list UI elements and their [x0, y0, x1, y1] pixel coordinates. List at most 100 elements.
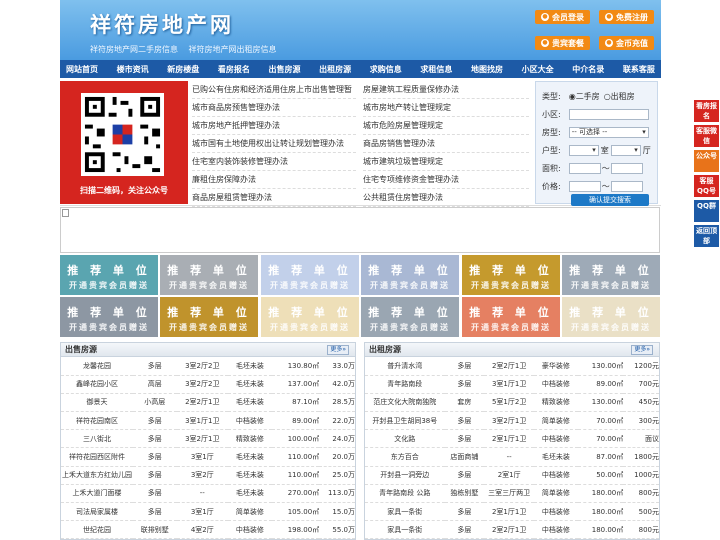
site-title[interactable]: 祥符房地产网: [90, 9, 234, 39]
table-cell[interactable]: 范庄文化大院南独院: [365, 393, 445, 413]
policy-link[interactable]: 城市建筑垃圾管理规定: [363, 153, 529, 171]
policy-link[interactable]: 城市国有土地使用权出让转让规划管理办法: [192, 135, 356, 153]
policy-link[interactable]: 已购公有住房和经济适用住房上市出售管理暂: [192, 81, 356, 99]
room-select[interactable]: ▾: [568, 145, 599, 156]
nav-wanted-rent[interactable]: 求租信息: [420, 64, 452, 75]
register-button[interactable]: ● 免费注册: [599, 10, 654, 24]
recommend-unit[interactable]: 推 荐 单 位开通贵宾会员赠送: [462, 297, 560, 337]
sub-link-rental[interactable]: 祥符房地产网出租房信息: [189, 45, 277, 54]
recommend-unit[interactable]: 推 荐 单 位开通贵宾会员赠送: [261, 297, 359, 337]
table-cell[interactable]: 上禾大道门面楼: [61, 484, 133, 504]
table-cell[interactable]: 家具一条街: [365, 520, 445, 540]
recommend-unit[interactable]: 推 荐 单 位开通贵宾会员赠送: [562, 297, 660, 337]
size-max-input[interactable]: [610, 163, 643, 174]
hall-select[interactable]: ▾: [610, 145, 641, 156]
more-button[interactable]: 更多»: [327, 345, 349, 355]
table-row[interactable]: 青年路南段 多层 3室1厅1卫 中档装修 89.00㎡ 700元: [365, 375, 659, 394]
table-row[interactable]: 祥符花园南区 多层 3室1厅1卫 中档装修 89.00㎡ 22.0万: [61, 411, 355, 431]
nav-new-homes[interactable]: 新房楼盘: [167, 64, 199, 75]
table-cell[interactable]: 普升清水湾: [365, 357, 445, 376]
policy-link[interactable]: 廉租住房保障办法: [192, 171, 356, 189]
side-official-account[interactable]: 公众号: [694, 150, 719, 172]
table-row[interactable]: 文化路 多层 2室1厅1卫 中档装修 70.00㎡ 面议: [365, 429, 659, 449]
table-cell[interactable]: 世纪花园: [61, 520, 133, 540]
recommend-unit[interactable]: 推 荐 单 位开通贵宾会员赠送: [261, 255, 359, 295]
nav-rent[interactable]: 出租房源: [319, 64, 351, 75]
policy-link[interactable]: 公共租赁住房管理办法: [363, 189, 529, 207]
side-wechat-support[interactable]: 客服微信: [694, 125, 719, 147]
nav-agents[interactable]: 中介名录: [572, 64, 604, 75]
nav-wanted-buy[interactable]: 求购信息: [370, 64, 402, 75]
nav-news[interactable]: 楼市资讯: [117, 64, 149, 75]
table-row[interactable]: 三八街北 多层 3室2厅1卫 精致装修 100.00㎡ 24.0万: [61, 429, 355, 449]
table-row[interactable]: 普升清水湾 多层 2室2厅1卫 豪华装修 130.00㎡ 1200元: [365, 357, 659, 376]
table-cell[interactable]: 文化路: [365, 429, 445, 449]
side-qq-group[interactable]: QQ群: [694, 200, 719, 222]
table-row[interactable]: 家具一条街 多层 2室1厅1卫 中档装修 180.00㎡ 500元: [365, 502, 659, 522]
table-cell[interactable]: 三八街北: [61, 429, 133, 449]
table-cell[interactable]: 东方百合: [365, 447, 445, 467]
policy-link[interactable]: 住宅专项维修资金管理办法: [363, 171, 529, 189]
side-viewing-signup[interactable]: 看房报名: [694, 100, 719, 122]
table-row[interactable]: 御景天 小高层 2室2厅1卫 毛坯未装 87.10㎡ 28.5万: [61, 393, 355, 413]
radio-secondhand[interactable]: ◉: [569, 92, 576, 101]
policy-link[interactable]: 商品房销售管理办法: [363, 135, 529, 153]
policy-link[interactable]: 商品房屋租赁管理办法: [192, 189, 356, 207]
policy-link[interactable]: 城市商品房预售管理办法: [192, 99, 356, 117]
nav-sale[interactable]: 出售房源: [269, 64, 301, 75]
table-row[interactable]: 上禾大道门面楼 多层 -- 毛坯未装 270.00㎡ 113.0万: [61, 484, 355, 504]
table-cell[interactable]: 青年路南段: [365, 375, 445, 394]
table-row[interactable]: 世纪花园 联排别墅 4室2厅 中档装修 198.00㎡ 55.0万: [61, 520, 355, 540]
table-cell[interactable]: 上禾大道东方红幼儿园: [61, 466, 133, 485]
table-row[interactable]: 龙馨花园 多层 3室2厅2卫 毛坯未装 130.80㎡ 33.0万: [61, 357, 355, 376]
recommend-unit[interactable]: 推 荐 单 位开通贵宾会员赠送: [361, 297, 459, 337]
table-cell[interactable]: 开封县卫生胡同38号: [365, 411, 445, 431]
table-row[interactable]: 鑫峰花园小区 高层 3室2厅2卫 毛坯未装 137.00㎡ 42.0万: [61, 375, 355, 394]
vip-package-button[interactable]: ● 贵宾套餐: [535, 36, 590, 50]
side-qq-support[interactable]: 客服QQ号: [694, 175, 719, 197]
nav-home[interactable]: 网站首页: [66, 64, 98, 75]
table-row[interactable]: 青年路南段 公路 独栋别墅 三室三厅两卫 简单装修 180.00㎡ 800元: [365, 484, 659, 504]
nav-viewing-signup[interactable]: 看房报名: [218, 64, 250, 75]
table-cell[interactable]: 鑫峰花园小区: [61, 375, 133, 394]
table-row[interactable]: 司法局家属楼 多层 3室1厅 简单装修 105.00㎡ 15.0万: [61, 502, 355, 522]
price-max-input[interactable]: [610, 181, 643, 192]
more-button[interactable]: 更多»: [631, 345, 653, 355]
table-cell[interactable]: 祥符花园南区: [61, 411, 133, 431]
sub-link-secondhand[interactable]: 祥符房地产网二手房信息: [90, 45, 178, 54]
table-row[interactable]: 开封县一洞旁边 多层 2室1厅 中档装修 50.00㎡ 1000元: [365, 466, 659, 485]
recommend-unit[interactable]: 推 荐 单 位开通贵宾会员赠送: [60, 297, 158, 337]
table-cell[interactable]: 青年路南段 公路: [365, 484, 445, 504]
policy-link[interactable]: 城市房地产转让管理规定: [363, 99, 529, 117]
table-cell[interactable]: 开封县一洞旁边: [365, 466, 445, 485]
nav-communities[interactable]: 小区大全: [522, 64, 554, 75]
recommend-unit[interactable]: 推 荐 单 位开通贵宾会员赠送: [462, 255, 560, 295]
ad-banner[interactable]: [60, 207, 660, 253]
policy-link[interactable]: 城市房地产抵押管理办法: [192, 117, 356, 135]
table-row[interactable]: 上禾大道东方红幼儿园 多层 3室2厅 毛坯未装 110.00㎡ 25.0万: [61, 466, 355, 485]
table-cell[interactable]: 御景天: [61, 393, 133, 413]
table-cell[interactable]: 祥符花园西区附件: [61, 447, 133, 467]
recommend-unit[interactable]: 推 荐 单 位开通贵宾会员赠送: [562, 255, 660, 295]
nav-map[interactable]: 地图找房: [471, 64, 503, 75]
policy-link[interactable]: 住宅室内装饰装修管理办法: [192, 153, 356, 171]
recommend-unit[interactable]: 推 荐 单 位开通贵宾会员赠送: [60, 255, 158, 295]
policy-link[interactable]: 城市危险房屋管理规定: [363, 117, 529, 135]
side-back-to-top[interactable]: 返回顶部: [694, 225, 719, 247]
search-submit-button[interactable]: 确认提交搜索: [571, 194, 649, 206]
login-button[interactable]: ● 会员登录: [535, 10, 590, 24]
area-input[interactable]: [568, 109, 649, 120]
table-row[interactable]: 开封县卫生胡同38号 多层 3室2厅1卫 简单装修 70.00㎡ 300元: [365, 411, 659, 431]
table-row[interactable]: 家具一条街 多层 2室2厅1卫 中档装修 180.00㎡ 800元: [365, 520, 659, 540]
policy-link[interactable]: 房屋建筑工程质量保修办法: [363, 81, 529, 99]
table-row[interactable]: 祥符花园西区附件 多层 3室1厅 毛坯未装 110.00㎡ 20.0万: [61, 447, 355, 467]
table-cell[interactable]: 司法局家属楼: [61, 502, 133, 522]
table-row[interactable]: 东方百合 店面商铺 -- 毛坯未装 87.00㎡ 1800元: [365, 447, 659, 467]
radio-rental[interactable]: ○: [604, 92, 611, 101]
size-min-input[interactable]: [568, 163, 601, 174]
table-cell[interactable]: 家具一条街: [365, 502, 445, 522]
price-min-input[interactable]: [568, 181, 601, 192]
recommend-unit[interactable]: 推 荐 单 位开通贵宾会员赠送: [160, 297, 258, 337]
table-cell[interactable]: 龙馨花园: [61, 357, 133, 376]
nav-support[interactable]: 联系客服: [623, 64, 655, 75]
